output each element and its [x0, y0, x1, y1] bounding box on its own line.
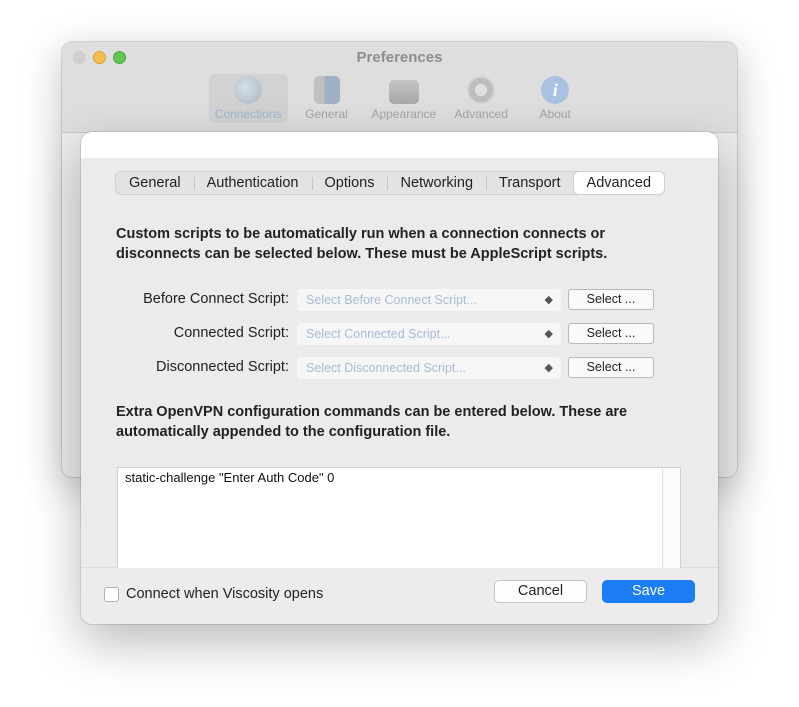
up-down-chevron-icon: ◆ — [544, 294, 553, 306]
connect-on-open-label[interactable]: Connect when Viscosity opens — [126, 586, 323, 602]
save-button[interactable]: Save — [602, 580, 695, 603]
popup-placeholder: Select Disconnected Script... — [306, 361, 466, 375]
disconnected-script-row: Disconnected Script: Select Disconnected… — [81, 357, 718, 379]
openvpn-config-textarea[interactable]: static-challenge "Enter Auth Code" 0 — [117, 467, 681, 576]
config-description: Extra OpenVPN configuration commands can… — [116, 404, 628, 440]
tab-networking[interactable]: Networking — [387, 172, 486, 194]
preferences-toolbar: Connections General Appearance Advanced … — [62, 74, 737, 123]
cancel-button[interactable]: Cancel — [494, 580, 587, 603]
tab-transport[interactable]: Transport — [486, 172, 574, 194]
toolbar-appearance[interactable]: Appearance — [366, 74, 443, 123]
tab-options[interactable]: Options — [311, 172, 388, 194]
tab-advanced[interactable]: Advanced — [573, 172, 665, 194]
toolbar-label: General — [305, 107, 348, 121]
up-down-chevron-icon: ◆ — [544, 328, 553, 340]
before-connect-select-button[interactable]: Select ... — [568, 289, 654, 310]
toolbar-advanced[interactable]: Advanced — [446, 74, 516, 123]
info-icon: i — [541, 76, 570, 104]
tab-general[interactable]: General — [116, 172, 194, 194]
popup-placeholder: Select Before Connect Script... — [306, 293, 477, 307]
toolbar-label: Appearance — [371, 107, 437, 121]
connected-script-label: Connected Script: — [173, 325, 289, 341]
connected-script-popup[interactable]: Select Connected Script... ◆ — [297, 323, 561, 345]
connection-settings-sheet: General Authentication Options Networkin… — [81, 132, 718, 624]
connected-select-button[interactable]: Select ... — [568, 323, 654, 344]
before-connect-script-popup[interactable]: Select Before Connect Script... ◆ — [297, 289, 561, 311]
sheet-body: General Authentication Options Networkin… — [81, 158, 718, 576]
switch-icon — [313, 76, 340, 104]
connect-on-open-checkbox[interactable] — [104, 587, 119, 602]
gear-icon — [467, 76, 496, 104]
disconnected-select-button[interactable]: Select ... — [568, 357, 654, 378]
toolbar-about[interactable]: i About — [520, 74, 590, 123]
before-connect-script-row: Before Connect Script: Select Before Con… — [81, 289, 718, 311]
title-bar: Preferences Connections General Appearan… — [62, 42, 737, 133]
monitor-icon — [388, 80, 419, 104]
config-text: static-challenge "Enter Auth Code" 0 — [125, 470, 335, 485]
popup-placeholder: Select Connected Script... — [306, 327, 451, 341]
toolbar-general[interactable]: General — [292, 74, 362, 123]
connected-script-row: Connected Script: Select Connected Scrip… — [81, 323, 718, 345]
up-down-chevron-icon: ◆ — [544, 362, 553, 374]
toolbar-label: Connections — [214, 107, 282, 121]
sheet-footer: Connect when Viscosity opens Cancel Save — [81, 568, 718, 624]
toolbar-label: About — [539, 107, 571, 121]
tab-bar: General Authentication Options Networkin… — [115, 171, 666, 195]
textarea-scrollbar[interactable] — [662, 468, 680, 575]
tab-authentication[interactable]: Authentication — [193, 172, 312, 194]
disconnected-script-label: Disconnected Script: — [156, 359, 289, 375]
before-connect-script-label: Before Connect Script: — [143, 291, 289, 307]
window-title: Preferences — [356, 49, 443, 66]
globe-icon — [234, 76, 263, 104]
disconnected-script-popup[interactable]: Select Disconnected Script... ◆ — [297, 357, 561, 379]
scripts-description: Custom scripts to be automatically run w… — [116, 226, 608, 262]
toolbar-label: Advanced — [454, 107, 508, 121]
toolbar-connections[interactable]: Connections — [208, 74, 288, 123]
